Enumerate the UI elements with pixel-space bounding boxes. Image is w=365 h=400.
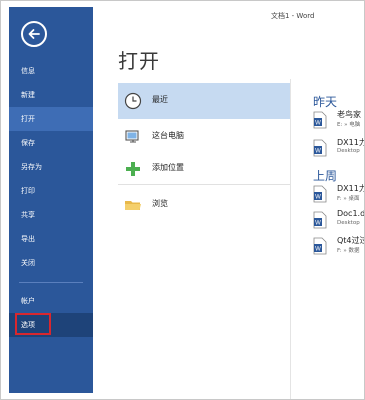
- location-label: 这台电脑: [152, 131, 184, 140]
- recent-file-name: DX11力: [337, 138, 365, 147]
- svg-text:W: W: [315, 121, 321, 127]
- recent-file[interactable]: W Doc1.d Desktop: [313, 209, 365, 233]
- window-title: 文档1 - Word: [271, 12, 315, 20]
- nav-item-new[interactable]: 新建: [9, 83, 93, 107]
- recent-file-name: 老鸟家: [337, 110, 361, 119]
- word-document-icon: W: [313, 211, 327, 229]
- computer-icon: [125, 130, 139, 143]
- location-label: 添加位置: [152, 163, 184, 172]
- nav-item-export[interactable]: 导出: [9, 227, 93, 251]
- svg-text:W: W: [315, 149, 321, 155]
- folder-icon: [125, 201, 141, 210]
- options-highlight-box: [15, 313, 51, 335]
- nav-item-account[interactable]: 帐户: [9, 289, 93, 313]
- location-label: 最近: [152, 95, 168, 104]
- svg-text:W: W: [315, 195, 321, 201]
- recent-file-path: F: » 桌面: [337, 196, 360, 202]
- recent-file-path: F: » 数据: [337, 248, 360, 254]
- recent-file-name: DX11力: [337, 184, 365, 193]
- nav-item-info[interactable]: 信息: [9, 59, 93, 83]
- word-backstage-window: 信息 新建 打开 保存 另存为 打印 共享 导出 关闭 帐户 选项 文档1 - …: [0, 0, 365, 400]
- nav-item-save-as[interactable]: 另存为: [9, 155, 93, 179]
- nav-divider: [19, 282, 83, 283]
- nav-item-share[interactable]: 共享: [9, 203, 93, 227]
- word-document-icon: W: [313, 237, 327, 255]
- recent-file-path: E: » 电脑: [337, 122, 361, 128]
- recent-group-heading: 上周: [313, 169, 338, 183]
- recent-file-name: Qt4过过: [337, 236, 365, 245]
- recent-file-name: Doc1.d: [337, 209, 365, 218]
- clock-icon: [124, 92, 142, 110]
- recent-file-path: Desktop: [337, 148, 360, 154]
- pane-divider: [290, 79, 291, 399]
- recent-file-path: Desktop: [337, 220, 360, 226]
- recent-file[interactable]: W Qt4过过 F: » 数据: [313, 235, 365, 259]
- word-document-icon: W: [313, 139, 327, 157]
- backstage-sidebar: 信息 新建 打开 保存 另存为 打印 共享 导出 关闭 帐户 选项: [9, 7, 93, 393]
- nav-item-open[interactable]: 打开: [9, 107, 93, 131]
- back-arrow-icon: [28, 29, 40, 39]
- location-recent[interactable]: 最近: [118, 83, 290, 119]
- locations-divider: [118, 184, 290, 185]
- word-document-icon: W: [313, 111, 327, 129]
- location-browse[interactable]: 浏览: [118, 187, 290, 223]
- nav-item-close[interactable]: 关闭: [9, 251, 93, 275]
- word-document-icon: W: [313, 185, 327, 203]
- back-button[interactable]: [21, 21, 47, 47]
- recent-file[interactable]: W 老鸟家 E: » 电脑: [313, 109, 364, 133]
- plus-icon: [126, 162, 140, 176]
- recent-group-heading: 昨天: [313, 95, 338, 109]
- location-add-place[interactable]: 添加位置: [118, 151, 290, 187]
- svg-text:W: W: [315, 247, 321, 253]
- page-title: 打开: [118, 49, 160, 73]
- location-this-pc[interactable]: 这台电脑: [118, 119, 290, 155]
- location-label: 浏览: [152, 199, 168, 208]
- nav-item-save[interactable]: 保存: [9, 131, 93, 155]
- recent-file[interactable]: W DX11力 Desktop: [313, 137, 365, 161]
- recent-file[interactable]: W DX11力 F: » 桌面: [313, 183, 365, 207]
- svg-text:W: W: [315, 221, 321, 227]
- nav-item-print[interactable]: 打印: [9, 179, 93, 203]
